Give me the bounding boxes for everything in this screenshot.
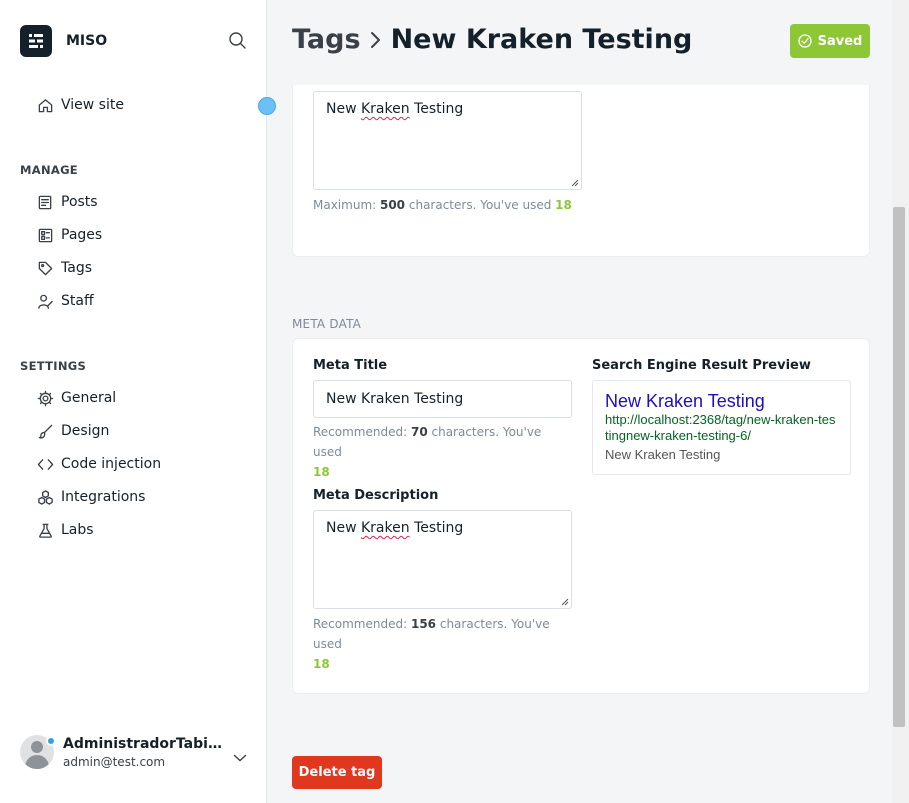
nav-posts[interactable]: Posts bbox=[36, 191, 98, 213]
save-button-label: Saved bbox=[817, 33, 863, 49]
nav-integrations[interactable]: Integrations bbox=[36, 486, 145, 508]
description-hint: Maximum: 500 characters. You've used 18 bbox=[313, 198, 572, 212]
sidebar: MISO View site MANAGE Posts Pages Tags S… bbox=[0, 0, 276, 803]
brand[interactable]: MISO bbox=[20, 25, 107, 57]
nav-view-site-label: View site bbox=[61, 97, 124, 113]
home-icon bbox=[36, 96, 54, 114]
main-content: Tags New Kraken Testing Saved New Kraken… bbox=[268, 0, 909, 803]
chevron-down-icon[interactable] bbox=[233, 748, 247, 762]
resize-handle-icon[interactable] bbox=[571, 179, 579, 187]
gear-icon bbox=[36, 389, 54, 407]
delete-tag-button[interactable]: Delete tag bbox=[292, 756, 382, 789]
nav-code-injection[interactable]: Code injection bbox=[36, 453, 161, 475]
tag-icon bbox=[36, 259, 54, 277]
nav-design-label: Design bbox=[61, 423, 110, 439]
search-icon[interactable] bbox=[228, 31, 248, 51]
meta-title-hint: Recommended: 70 characters. You've used 1… bbox=[313, 425, 542, 479]
brand-name: MISO bbox=[66, 33, 108, 49]
save-button[interactable]: Saved bbox=[790, 24, 870, 58]
meta-description-label: Meta Description bbox=[313, 488, 439, 503]
settings-section-label: SETTINGS bbox=[20, 359, 87, 373]
breadcrumb: Tags New Kraken Testing bbox=[292, 24, 692, 55]
manage-section-label: MANAGE bbox=[20, 163, 78, 177]
nav-staff-label: Staff bbox=[61, 293, 94, 309]
nav-tags-label: Tags bbox=[61, 260, 92, 276]
nav-posts-label: Posts bbox=[61, 194, 98, 210]
meta-data-section-label: META DATA bbox=[292, 317, 362, 331]
serp-preview-title: New Kraken Testing bbox=[605, 391, 765, 411]
nav-general[interactable]: General bbox=[36, 387, 116, 409]
nav-code-injection-label: Code injection bbox=[61, 456, 162, 472]
nav-staff[interactable]: Staff bbox=[36, 290, 94, 312]
user-status-dot bbox=[46, 736, 56, 746]
nav-general-label: General bbox=[61, 390, 117, 406]
scrollbar-thumb[interactable] bbox=[893, 207, 905, 727]
pages-icon bbox=[36, 226, 54, 244]
nav-pages[interactable]: Pages bbox=[36, 224, 102, 246]
brush-icon bbox=[36, 422, 54, 440]
posts-icon bbox=[36, 193, 54, 211]
integrations-icon bbox=[36, 488, 54, 506]
nav-view-site[interactable]: View site bbox=[36, 94, 124, 116]
check-circle-icon bbox=[797, 34, 812, 48]
meta-title-label: Meta Title bbox=[313, 358, 388, 373]
nav-tags[interactable]: Tags bbox=[36, 257, 92, 279]
breadcrumb-tags-link[interactable]: Tags bbox=[292, 24, 361, 55]
meta-description-textarea[interactable]: New Kraken Testing bbox=[313, 510, 572, 609]
resize-handle-icon[interactable] bbox=[561, 598, 569, 606]
chevron-right-icon bbox=[361, 30, 391, 50]
meta-description-hint: Recommended: 156 characters. You've used… bbox=[313, 617, 550, 671]
user-name: AdministradorTabith... bbox=[63, 735, 223, 752]
flask-icon bbox=[36, 521, 54, 539]
nav-labs[interactable]: Labs bbox=[36, 519, 94, 541]
nav-design[interactable]: Design bbox=[36, 420, 109, 442]
tag-details-card: New Kraken Testing Maximum: 500 characte… bbox=[292, 85, 870, 257]
code-icon bbox=[36, 455, 54, 473]
user-email: admin@test.com bbox=[63, 754, 166, 769]
serp-preview: New Kraken Testing http://localhost:2368… bbox=[592, 380, 851, 475]
description-textarea[interactable]: New Kraken Testing bbox=[313, 91, 582, 190]
nav-pages-label: Pages bbox=[61, 227, 103, 243]
page-title: New Kraken Testing bbox=[390, 24, 693, 55]
nav-integrations-label: Integrations bbox=[61, 489, 146, 505]
brand-logo-icon bbox=[20, 25, 52, 57]
serp-preview-label: Search Engine Result Preview bbox=[592, 358, 811, 373]
nav-labs-label: Labs bbox=[61, 522, 94, 538]
serp-preview-description: New Kraken Testing bbox=[605, 447, 721, 462]
staff-icon bbox=[36, 292, 54, 310]
meta-title-input[interactable]: New Kraken Testing bbox=[313, 380, 572, 418]
serp-preview-url: http://localhost:2368/tag/new-kraken-tes… bbox=[605, 412, 836, 443]
meta-data-card: Meta Title New Kraken Testing Recommende… bbox=[292, 338, 870, 694]
